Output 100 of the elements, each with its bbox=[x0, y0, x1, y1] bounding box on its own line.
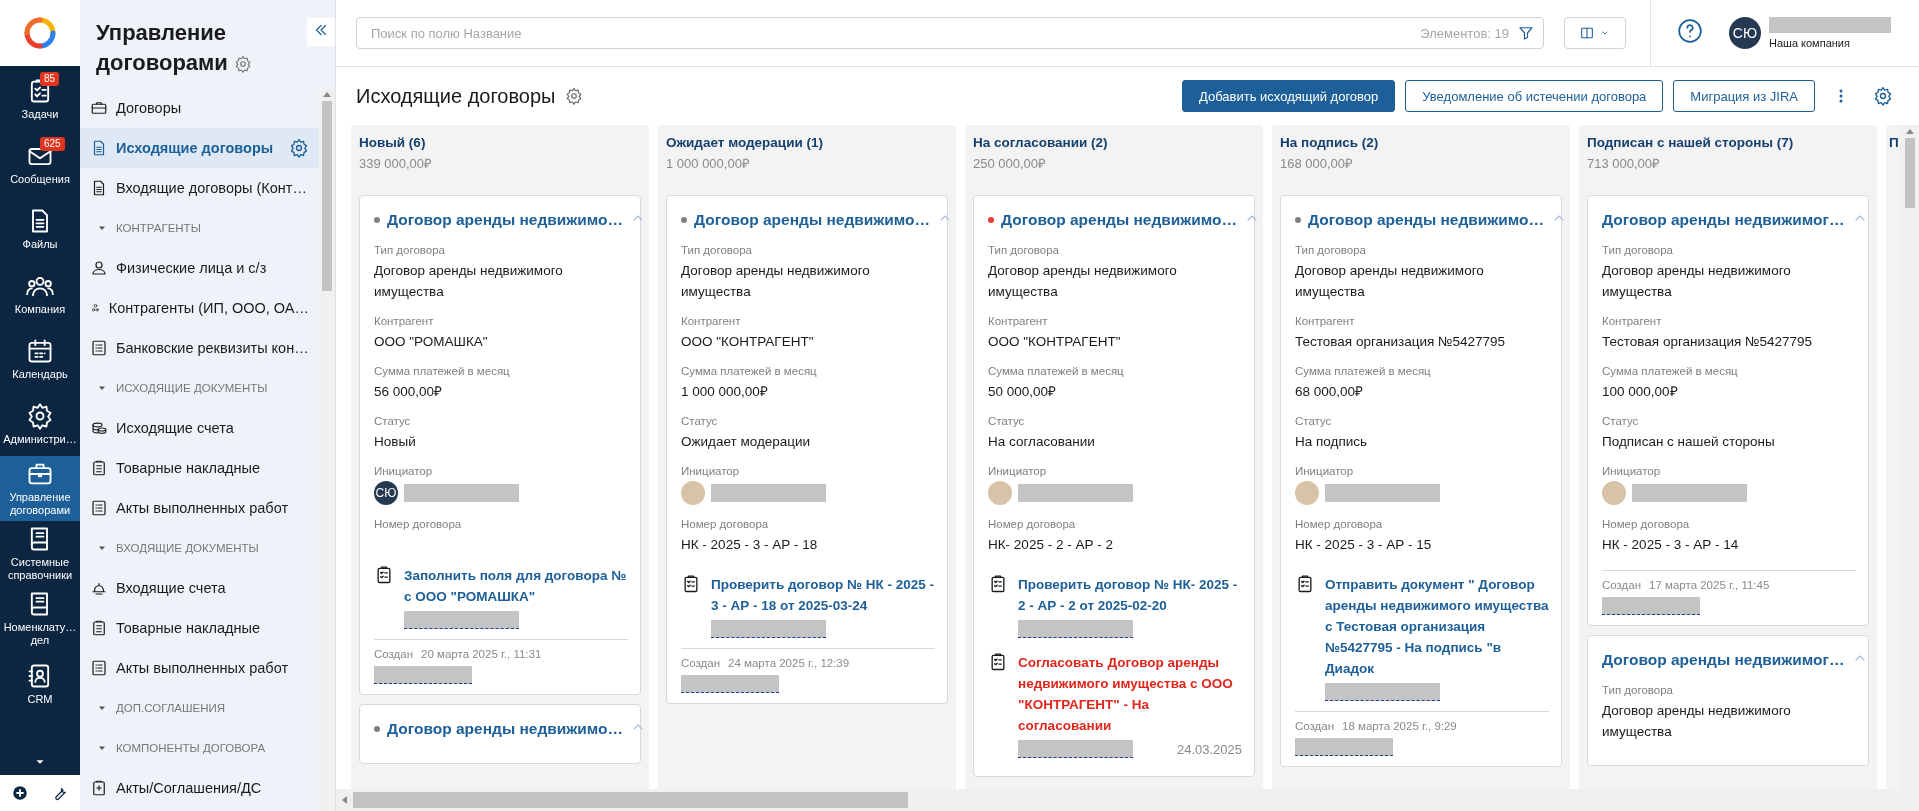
scrollbar-thumb[interactable] bbox=[322, 101, 332, 291]
section-header[interactable]: ИСХОДЯЩИЕ ДОКУМЕНТЫ bbox=[80, 368, 319, 408]
avatar-photo-placeholder bbox=[681, 481, 705, 505]
avatar-photo-placeholder bbox=[1295, 481, 1319, 505]
sidebar-item[interactable]: Входящие счета bbox=[80, 568, 319, 608]
contract-card[interactable] bbox=[973, 195, 1255, 777]
field-value: Ожидает модерации bbox=[681, 433, 812, 451]
contract-card[interactable] bbox=[359, 195, 641, 695]
section-header[interactable]: КОНТРАГЕНТЫ bbox=[80, 208, 319, 248]
sidebar-item[interactable]: Физические лица и с/з bbox=[80, 248, 319, 288]
scrollbar-thumb[interactable] bbox=[1904, 138, 1915, 208]
field-value: 56 000,00₽ bbox=[374, 383, 444, 401]
field-label: Тип договора bbox=[1295, 244, 1367, 256]
card-title[interactable]: Договор аренды недвижимо… bbox=[1001, 211, 1238, 229]
field-label: Тип договора bbox=[988, 244, 1060, 256]
contract-card[interactable] bbox=[1280, 195, 1562, 767]
action-button[interactable]: Добавить исходящий договор bbox=[1182, 80, 1396, 112]
list-icon bbox=[90, 499, 108, 517]
rail-nav-item[interactable]: CRM bbox=[0, 651, 80, 716]
field-value: Договор аренды недвижимого имущества bbox=[374, 262, 564, 301]
sidebar-item[interactable]: Товарные накладные bbox=[80, 448, 319, 488]
rail-nav-item[interactable]: Файлы bbox=[0, 196, 80, 261]
field-label: Сумма платежей в месяц bbox=[374, 365, 511, 377]
rail-nav-item[interactable]: Администри… bbox=[0, 391, 80, 456]
contract-card[interactable]: Договор аренды недвижимо… bbox=[359, 704, 641, 764]
field-label: Номер договора bbox=[681, 518, 770, 530]
field-label: Контрагент bbox=[1602, 315, 1663, 327]
column-sum: 1 000 000,00₽ bbox=[666, 155, 751, 172]
card-title[interactable]: Договор аренды недвижимо… bbox=[1308, 211, 1545, 229]
section-header[interactable]: ВХОДЯЩИЕ ДОКУМЕНТЫ bbox=[80, 528, 319, 568]
scroll-left-arrow-icon[interactable] bbox=[342, 796, 347, 804]
scroll-up-arrow-icon[interactable] bbox=[1905, 129, 1914, 134]
card-title[interactable]: Договор аренды недвижимог… bbox=[1602, 211, 1845, 229]
field-label: Инициатор bbox=[374, 465, 434, 477]
field-value: НК - 2025 - 3 - АР - 18 bbox=[681, 536, 819, 554]
field-value: Тестовая организация №5427795 bbox=[1602, 333, 1814, 351]
created-label: Создан bbox=[681, 657, 721, 669]
field-value: ООО "КОНТРАГЕНТ" bbox=[681, 333, 815, 351]
task-link[interactable]: Проверить договор № НК - 2025 - 3 - АР - 18 от 2025-03-24 bbox=[711, 574, 935, 616]
sidebar-item[interactable]: Акты/Соглашения/ДС bbox=[80, 768, 319, 808]
action-button[interactable]: Уведомление об истечении договора bbox=[1405, 80, 1664, 112]
search-input[interactable]: Поиск по полю Название bbox=[369, 24, 1413, 42]
field-value: НК - 2025 - 3 - АР - 14 bbox=[1602, 536, 1740, 554]
sidebar-item[interactable]: Исходящие договоры bbox=[80, 128, 319, 168]
task-link[interactable]: Согласовать Договор аренды недвижимого имущества с ООО "КОНТРАГЕНТ" - На согласовании bbox=[1018, 652, 1242, 736]
sidebar-item[interactable]: Банковские реквизиты кон… bbox=[80, 328, 319, 368]
clipboard-icon bbox=[90, 779, 108, 797]
rail-nav-item[interactable]: Управление договорами bbox=[0, 456, 80, 521]
field-value: 1 000 000,00₽ bbox=[681, 383, 769, 401]
sidebar-item[interactable]: Акты выполненных работ bbox=[80, 648, 319, 688]
task-link[interactable]: Проверить договор № НК- 2025 - 2 - АР - 2 от 2025-02-20 bbox=[1018, 574, 1242, 616]
created-label: Создан bbox=[1295, 720, 1335, 732]
scrollbar[interactable] bbox=[319, 88, 335, 811]
sidebar-item[interactable]: Товарные накладные bbox=[80, 608, 319, 648]
app-logo[interactable] bbox=[23, 16, 57, 50]
rail-nav-item[interactable]: Компания bbox=[0, 261, 80, 326]
created-date: 18 марта 2025 г., 9:29 bbox=[1342, 720, 1457, 732]
task-link[interactable]: Заполнить поля для договора № с ООО "РОМАШКА" bbox=[404, 565, 628, 607]
column-title: На согласовании (2) bbox=[973, 135, 1109, 150]
task-link[interactable]: Отправить документ " Договор аренды недвижимого имущества с Тестовая организация №5427795 - На подпись "в Диадок bbox=[1325, 574, 1549, 679]
contract-card[interactable]: Договор аренды недвижимог… Тип договора Договор аренды недвижимого имущества bbox=[1587, 635, 1869, 766]
column-sum: 713 000,00₽ bbox=[1587, 155, 1662, 172]
section-header[interactable]: КОМПОНЕНТЫ ДОГОВОРА bbox=[80, 728, 319, 768]
contract-card[interactable] bbox=[666, 195, 948, 704]
sidebar-item[interactable]: Контрагенты (ИП, ООО, ОА… bbox=[80, 288, 319, 328]
sidebar-item[interactable]: Акты выполненных работ bbox=[80, 488, 319, 528]
action-button[interactable]: Миграция из JIRA bbox=[1673, 80, 1815, 112]
field-label: Номер договора bbox=[988, 518, 1077, 530]
rail-nav-item[interactable]: Системные справочники bbox=[0, 521, 80, 586]
scroll-up-arrow-icon[interactable] bbox=[323, 92, 331, 97]
card-title[interactable]: Договор аренды недвижимог… bbox=[1602, 651, 1845, 669]
field-label: Контрагент bbox=[1295, 315, 1356, 327]
card-title[interactable]: Договор аренды недвижимо… bbox=[387, 211, 624, 229]
settings-icon bbox=[26, 401, 54, 430]
rail-nav-item[interactable]: Календарь bbox=[0, 326, 80, 391]
contract-card[interactable] bbox=[1587, 195, 1869, 626]
avatar-photo-placeholder bbox=[988, 481, 1012, 505]
field-label: Контрагент bbox=[374, 315, 435, 327]
section-header[interactable]: ДОП.СОГЛАШЕНИЯ bbox=[80, 688, 319, 728]
sidebar-item[interactable]: Исходящие счета bbox=[80, 408, 319, 448]
field-value: Подписан с нашей стороны bbox=[1602, 433, 1776, 451]
sidebar-item[interactable]: Договоры bbox=[80, 88, 319, 128]
kebab-icon bbox=[1839, 89, 1843, 103]
user-avatar[interactable]: СЮ bbox=[1729, 17, 1761, 49]
columns-icon bbox=[1579, 25, 1595, 41]
field-value: Тестовая организация №5427795 bbox=[1295, 333, 1507, 351]
created-date: 24 марта 2025 г., 12:39 bbox=[728, 657, 850, 669]
card-title[interactable]: Договор аренды недвижимо… bbox=[387, 720, 624, 738]
field-label: Номер договора bbox=[374, 518, 463, 530]
rail-nav-item[interactable]: Номенклату… дел bbox=[0, 586, 80, 651]
card-title[interactable]: Договор аренды недвижимо… bbox=[694, 211, 931, 229]
scrollbar-thumb[interactable] bbox=[353, 792, 908, 808]
collapse-sidebar-button[interactable] bbox=[307, 18, 335, 46]
field-value: 68 000,00₽ bbox=[1295, 383, 1365, 401]
settings-icon bbox=[1873, 86, 1893, 106]
rail-nav-item[interactable]: Сообщения 625 bbox=[0, 131, 80, 196]
view-toggle-button[interactable] bbox=[1564, 17, 1626, 49]
rail-nav-item[interactable]: Задачи 85 bbox=[0, 66, 80, 131]
sidebar-item[interactable]: Входящие договоры (Конт… bbox=[80, 168, 319, 208]
scrollbar[interactable] bbox=[1900, 125, 1919, 811]
